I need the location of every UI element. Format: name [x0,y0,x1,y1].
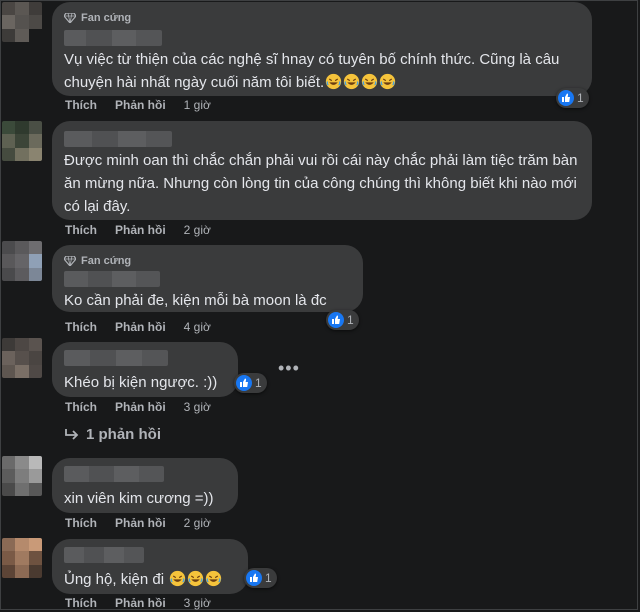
comment-actions: Thích Phản hồi 2 giờ [65,223,211,237]
diamond-icon [64,13,76,23]
comment-time[interactable]: 2 giờ [184,516,211,530]
rolling-on-floor-laughing-emoji [380,73,396,90]
comment-text: Khéo bị kiện ngược. :)) [64,374,218,391]
like-button[interactable]: Thích [65,516,97,530]
reply-button[interactable]: Phản hồi [115,516,166,530]
avatar[interactable] [2,121,42,161]
reaction-number: 1 [577,91,584,105]
replies-count: 1 phản hồi [86,426,161,443]
comment-actions: Thích Phản hồi 1 giờ [65,98,211,112]
commenter-name[interactable] [64,350,168,366]
like-icon [246,570,262,586]
comment-text: xin viên kim cương =)) [64,490,214,507]
commenter-name[interactable] [64,30,162,46]
comment-text: Được minh oan thì chắc chắn phải vui rồi… [64,152,582,215]
reaction-number: 1 [255,376,262,390]
reaction-count[interactable]: 1 [234,373,267,393]
reply-button[interactable]: Phản hồi [115,400,166,414]
comment-actions: Thích Phản hồi 4 giờ [65,320,211,334]
top-fan-badge: Fan cứng [64,10,580,26]
laughing-emoji-row [168,570,222,588]
badge-label: Fan cứng [81,255,132,267]
comment-time[interactable]: 3 giờ [184,596,211,610]
avatar[interactable] [2,538,42,578]
reaction-count[interactable]: 1 [326,310,359,330]
reaction-number: 1 [347,313,354,327]
avatar[interactable] [2,2,42,42]
diamond-icon [64,256,76,266]
like-button[interactable]: Thích [65,320,97,334]
like-icon [328,312,344,328]
comment-bubble: Fan cứng Vụ việc từ thiện của các nghệ s… [52,2,592,96]
comment-time[interactable]: 3 giờ [184,400,211,414]
like-button[interactable]: Thích [65,400,97,414]
rolling-on-floor-laughing-emoji [206,570,222,587]
rolling-on-floor-laughing-emoji [188,570,204,587]
avatar[interactable] [2,241,42,281]
reply-button[interactable]: Phản hồi [115,320,166,334]
reply-button[interactable]: Phản hồi [115,98,166,112]
commenter-name[interactable] [64,466,164,482]
commenter-name[interactable] [64,547,144,563]
reaction-number: 1 [265,571,272,585]
like-icon [236,375,252,391]
comment-text: Ủng hộ, kiện đi [64,568,236,591]
comment-time[interactable]: 2 giờ [184,223,211,237]
badge-label: Fan cứng [81,12,132,24]
comment-bubble: xin viên kim cương =)) [52,458,238,513]
avatar[interactable] [2,456,42,496]
comment-actions: Thích Phản hồi 2 giờ [65,516,211,530]
commenter-name[interactable] [64,131,172,147]
commenter-name[interactable] [64,271,160,287]
more-options-icon[interactable]: ••• [278,358,300,379]
comment-bubble: Được minh oan thì chắc chắn phải vui rồi… [52,121,592,220]
comment-text: Ko cần phải đe, kiện mỗi bà moon là đc [64,292,327,309]
rolling-on-floor-laughing-emoji [344,73,360,90]
view-replies-link[interactable]: 1 phản hồi [64,426,161,443]
rolling-on-floor-laughing-emoji [362,73,378,90]
reply-arrow-icon [65,428,79,440]
reply-button[interactable]: Phản hồi [115,223,166,237]
like-button[interactable]: Thích [65,98,97,112]
comment-bubble: Khéo bị kiện ngược. :)) [52,342,238,397]
laughing-emoji-row [324,73,396,91]
like-button[interactable]: Thích [65,223,97,237]
rolling-on-floor-laughing-emoji [326,73,342,90]
top-fan-badge: Fan cứng [64,253,351,269]
reaction-count[interactable]: 1 [244,568,277,588]
comment-bubble: Ủng hộ, kiện đi [52,539,248,594]
avatar[interactable] [2,338,42,378]
rolling-on-floor-laughing-emoji [170,570,186,587]
reply-button[interactable]: Phản hồi [115,596,166,610]
comment-actions: Thích Phản hồi 3 giờ [65,596,211,610]
reaction-count[interactable]: 1 [556,88,589,108]
comment-time[interactable]: 1 giờ [184,98,211,112]
like-button[interactable]: Thích [65,596,97,610]
comment-actions: Thích Phản hồi 3 giờ [65,400,211,414]
like-icon [558,90,574,106]
comment-time[interactable]: 4 giờ [184,320,211,334]
comment-bubble: Fan cứng Ko cần phải đe, kiện mỗi bà moo… [52,245,363,312]
comment-text: Vụ việc từ thiện của các nghệ sĩ hnay có… [64,51,564,91]
